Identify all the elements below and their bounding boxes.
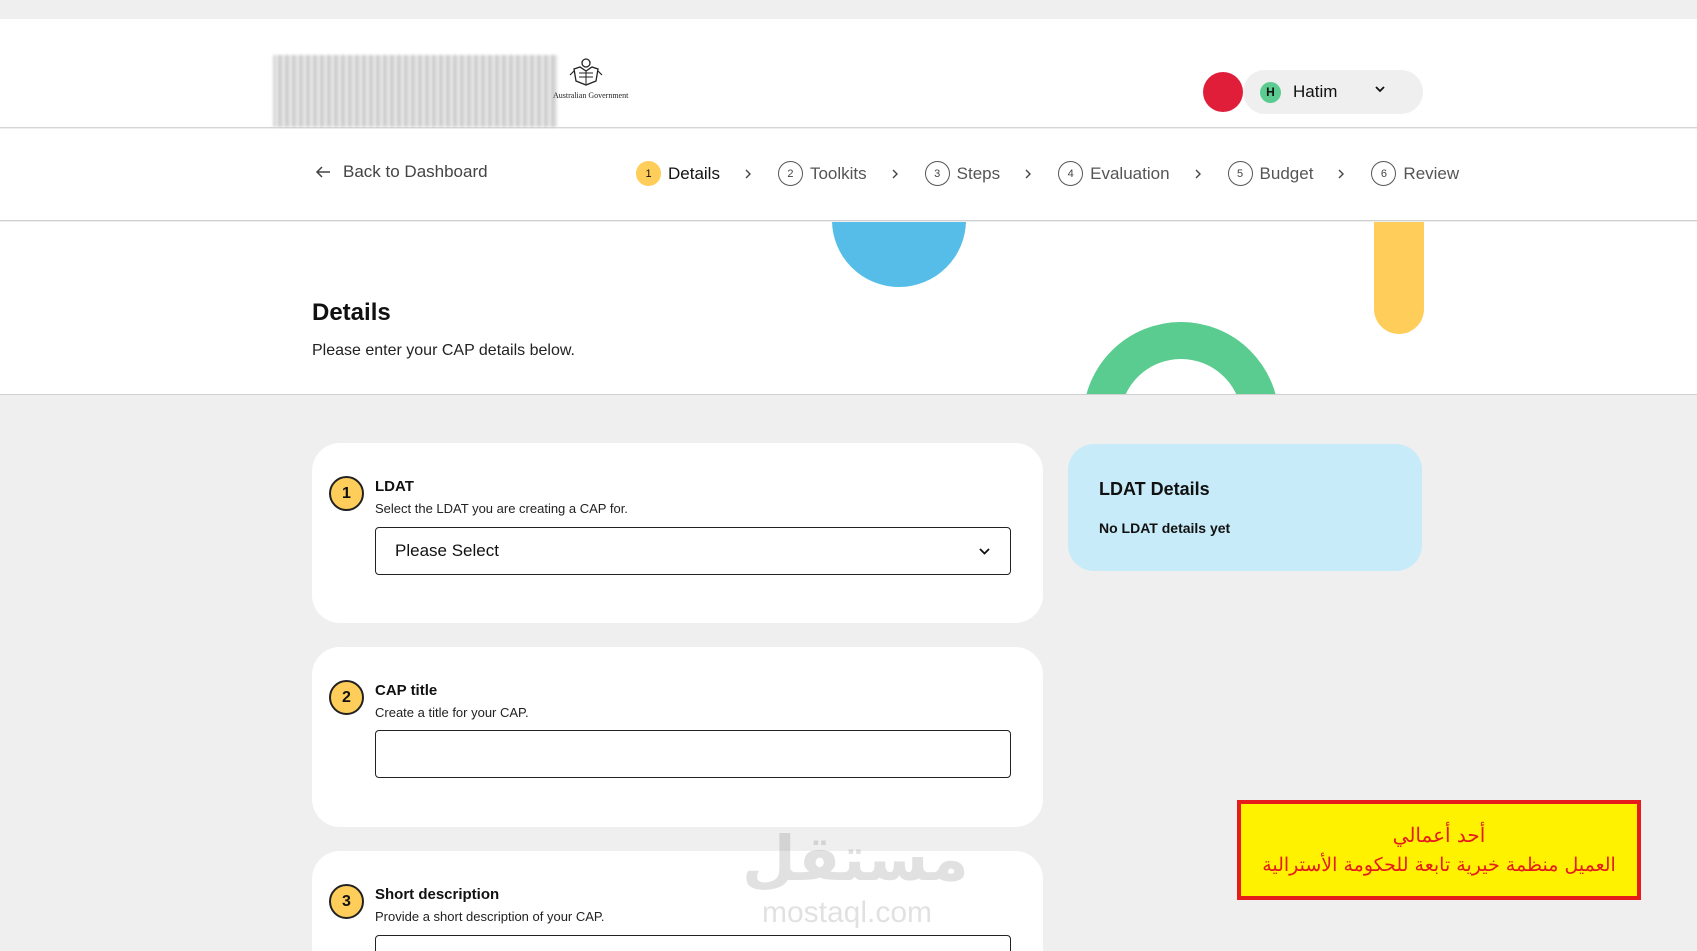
select-value: Please Select (395, 541, 499, 560)
step-steps[interactable]: 3 Steps (924, 161, 1001, 186)
step-number: 2 (777, 161, 803, 186)
short-description-input[interactable] (375, 935, 1011, 951)
coat-of-arms-icon (569, 58, 603, 86)
step-label: Budget (1259, 163, 1314, 183)
chevron-right-icon (892, 169, 898, 178)
back-to-dashboard-link[interactable]: Back to Dashboard (315, 162, 488, 182)
chevron-down-icon (1375, 86, 1385, 93)
panel-empty-text: No LDAT details yet (1099, 520, 1231, 536)
notification-dot[interactable] (1203, 72, 1243, 112)
user-avatar: H (1260, 81, 1281, 103)
cap-title-input[interactable] (375, 730, 1011, 778)
page-title: Details (312, 299, 391, 326)
card-number-badge: 3 (329, 884, 364, 919)
watermark: مستقل mostaql.com (742, 822, 969, 932)
ldat-select[interactable]: Please Select (375, 527, 1011, 575)
top-strip (0, 0, 1697, 19)
step-review[interactable]: 6 Review (1371, 161, 1459, 186)
page-hero: Details Please enter your CAP details be… (0, 222, 1697, 395)
card-number-badge: 1 (329, 476, 364, 511)
government-logo[interactable]: Australian Government (273, 35, 633, 127)
step-details[interactable]: 1 Details (636, 161, 720, 186)
card-title: CAP title (375, 682, 438, 699)
chevron-right-icon (1338, 169, 1345, 178)
blurred-logo-area (273, 55, 558, 127)
card-title: LDAT (375, 478, 414, 495)
note-line-2: العميل منظمة خيرية تابعة للحكومة الأسترا… (1262, 854, 1616, 876)
chevron-right-icon (1025, 169, 1032, 178)
step-number: 1 (636, 161, 661, 186)
header: Australian Government H Hatim (0, 19, 1697, 128)
wizard-navbar: Back to Dashboard 1 Details 2 Toolkits 3… (0, 129, 1697, 221)
card-title: Short description (375, 886, 500, 903)
ldat-card: 1 LDAT Select the LDAT you are creating … (312, 443, 1043, 623)
card-number-badge: 2 (329, 680, 364, 715)
step-number: 4 (1058, 161, 1084, 186)
user-menu-button[interactable]: H Hatim (1243, 70, 1423, 114)
user-name: Hatim (1293, 82, 1338, 101)
chevron-right-icon (745, 169, 751, 178)
annotation-note: أحد أعمالي العميل منظمة خيرية تابعة للحك… (1237, 800, 1641, 900)
cap-title-card: 2 CAP title Create a title for your CAP. (312, 647, 1043, 827)
watermark-arabic: مستقل (742, 822, 969, 895)
decorative-blue-circle (832, 222, 966, 287)
step-label: Steps (956, 163, 1001, 183)
back-label: Back to Dashboard (343, 162, 488, 181)
step-number: 3 (924, 161, 950, 186)
card-description: Create a title for your CAP. (375, 705, 529, 720)
step-number: 5 (1227, 161, 1253, 186)
card-description: Select the LDAT you are creating a CAP f… (375, 501, 628, 516)
chevron-down-icon (979, 548, 990, 555)
decorative-yellow-bar (1374, 222, 1424, 334)
step-label: Review (1403, 163, 1460, 183)
step-toolkits[interactable]: 2 Toolkits (777, 161, 867, 186)
step-evaluation[interactable]: 4 Evaluation (1058, 161, 1170, 186)
logo-text: Australian Government (553, 91, 629, 100)
decorative-green-ring (1083, 322, 1279, 394)
step-label: Evaluation (1090, 163, 1170, 183)
step-number: 6 (1371, 161, 1397, 186)
note-line-1: أحد أعمالي (1392, 823, 1486, 847)
arrow-left-icon (315, 166, 330, 178)
step-label: Toolkits (809, 163, 867, 183)
page-subtitle: Please enter your CAP details below. (312, 342, 575, 359)
wizard-steps: 1 Details 2 Toolkits 3 Steps 4 Evaluatio… (636, 161, 1459, 186)
ldat-details-panel: LDAT Details No LDAT details yet (1068, 444, 1422, 571)
step-label: Details (668, 163, 720, 183)
chevron-right-icon (1195, 169, 1201, 178)
card-description: Provide a short description of your CAP. (375, 909, 605, 924)
watermark-latin: mostaql.com (761, 896, 933, 929)
step-budget[interactable]: 5 Budget (1227, 161, 1314, 186)
panel-title: LDAT Details (1099, 479, 1210, 499)
